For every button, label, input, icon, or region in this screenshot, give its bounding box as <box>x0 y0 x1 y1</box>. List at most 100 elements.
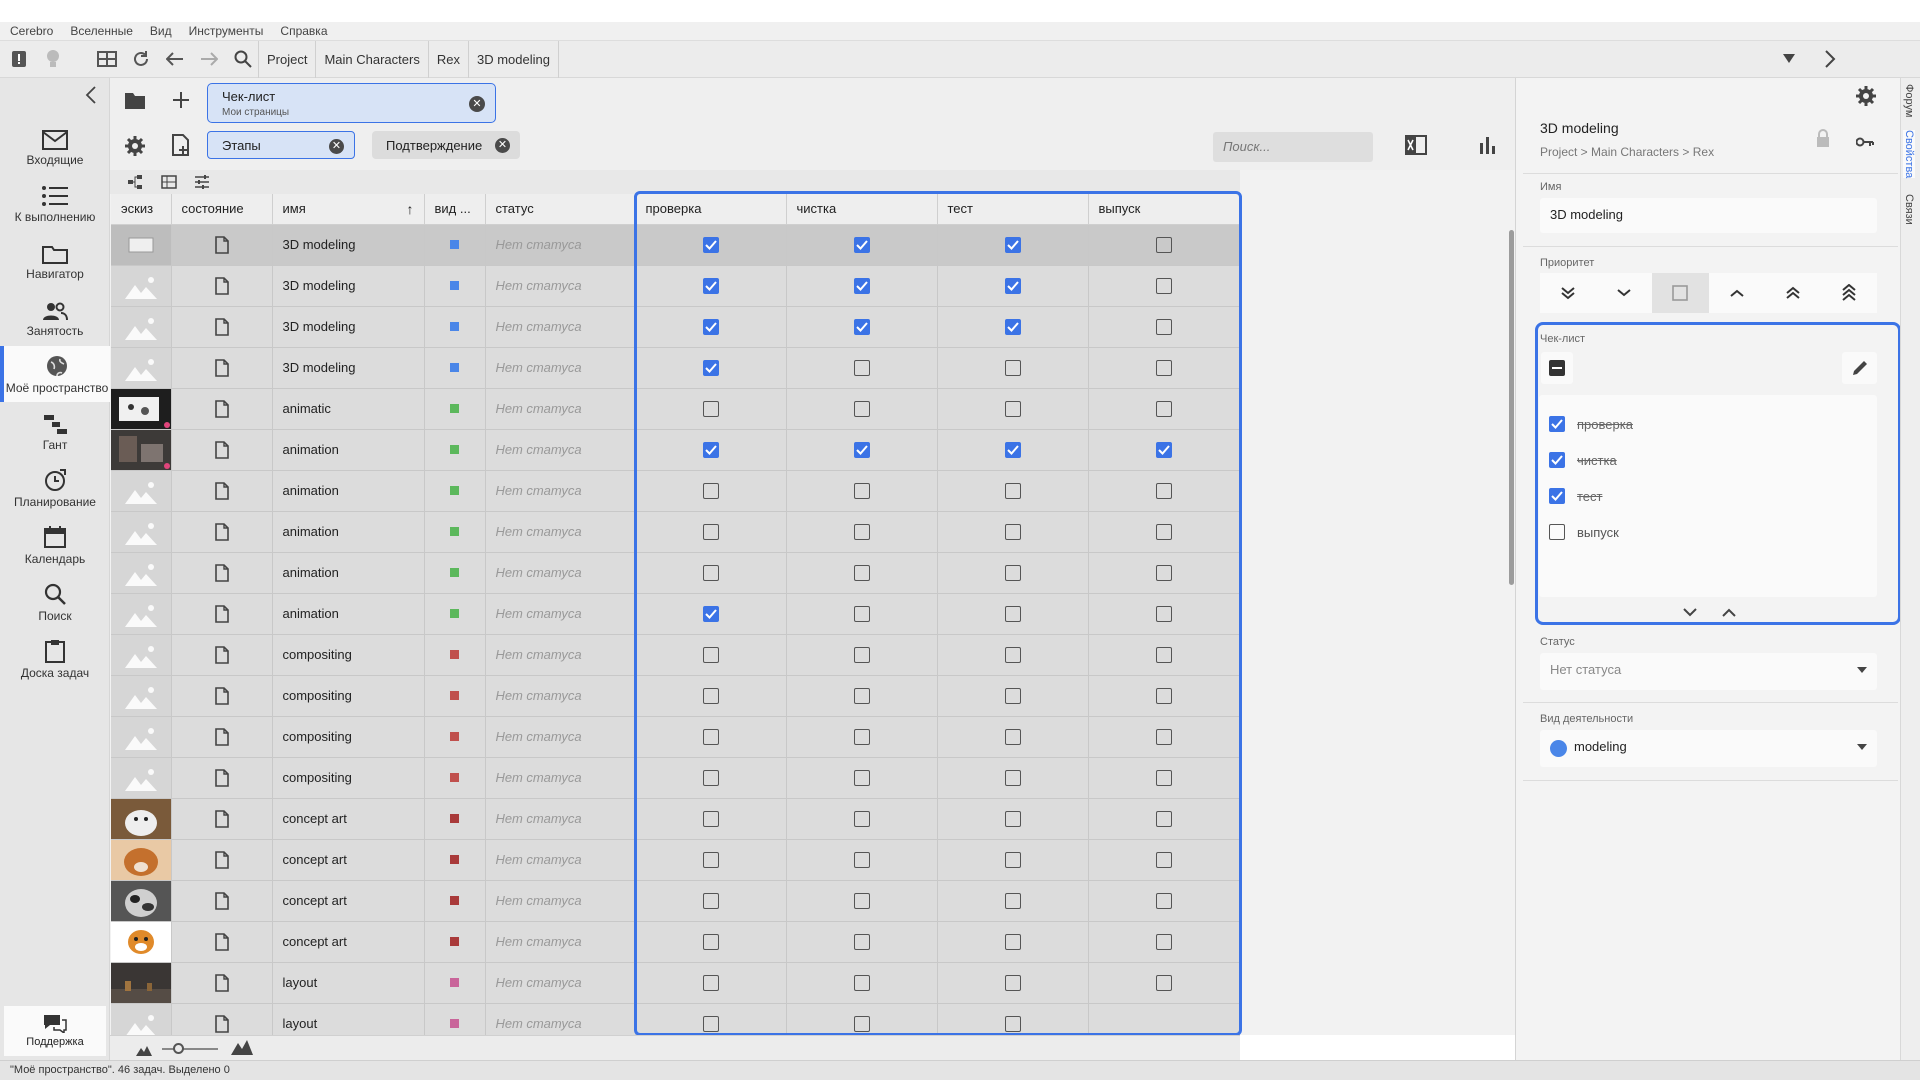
checkbox-unchecked[interactable] <box>1155 810 1172 827</box>
checklist-item[interactable]: выпуск <box>1549 522 1619 542</box>
activity-cell[interactable] <box>424 306 486 348</box>
checkbox-unchecked[interactable] <box>1155 728 1172 745</box>
table-row[interactable]: animation Нет статуса <box>111 593 1240 635</box>
checkbox-unchecked[interactable] <box>702 564 719 581</box>
alert-icon[interactable] <box>4 44 34 74</box>
priority-high-icon[interactable] <box>1709 273 1765 313</box>
thumbnail-cell[interactable] <box>111 798 172 840</box>
checkbox-unchecked[interactable] <box>1155 400 1172 417</box>
checkbox-unchecked[interactable] <box>1004 564 1021 581</box>
checkbox-unchecked[interactable] <box>853 892 870 909</box>
name-cell[interactable]: concept art <box>272 839 425 881</box>
state-cell[interactable] <box>171 921 273 963</box>
dropdown-triangle-icon[interactable] <box>1782 51 1796 69</box>
name-cell[interactable]: animation <box>272 429 425 471</box>
checklist-cell[interactable] <box>937 388 1089 430</box>
checklist-cell[interactable] <box>786 880 938 922</box>
close-tab-icon[interactable]: ✕ <box>469 96 485 112</box>
table-row[interactable]: concept art Нет статуса <box>111 921 1240 963</box>
checkbox-unchecked[interactable] <box>853 605 870 622</box>
checkbox-unchecked[interactable] <box>1155 892 1172 909</box>
lock-icon[interactable] <box>1815 128 1831 153</box>
checklist-cell[interactable] <box>786 306 938 348</box>
checkbox-unchecked[interactable] <box>1155 851 1172 868</box>
checklist-cell[interactable] <box>635 798 787 840</box>
name-cell[interactable]: concept art <box>272 798 425 840</box>
checkbox-checked[interactable] <box>702 277 719 294</box>
name-cell[interactable]: 3D modeling <box>272 347 425 389</box>
status-cell[interactable]: Нет статуса <box>485 716 636 758</box>
forward-arrow-icon[interactable] <box>194 44 224 74</box>
col-header-test[interactable]: тест <box>937 194 1089 225</box>
thumbnail-cell[interactable] <box>111 962 172 1004</box>
name-cell[interactable]: animation <box>272 593 425 635</box>
checklist-cell[interactable] <box>937 347 1089 389</box>
checklist-cell[interactable] <box>1088 470 1240 512</box>
name-cell[interactable]: animatic <box>272 388 425 430</box>
checkbox-unchecked[interactable] <box>1004 400 1021 417</box>
checklist-cell[interactable] <box>1088 962 1240 1004</box>
checklist-cell[interactable] <box>1088 593 1240 635</box>
checklist-cell[interactable] <box>786 429 938 471</box>
checklist-cell[interactable] <box>786 470 938 512</box>
status-cell[interactable]: Нет статуса <box>485 470 636 512</box>
state-cell[interactable] <box>171 880 273 922</box>
checklist-cell[interactable] <box>635 921 787 963</box>
checklist-cell[interactable] <box>1088 921 1240 963</box>
checklist-cell[interactable] <box>786 757 938 799</box>
zoom-slider-thumb[interactable] <box>173 1043 184 1054</box>
status-cell[interactable]: Нет статуса <box>485 224 636 266</box>
state-cell[interactable] <box>171 798 273 840</box>
checkbox-unchecked[interactable] <box>1155 236 1172 253</box>
name-cell[interactable]: 3D modeling <box>272 265 425 307</box>
checklist-cell[interactable] <box>635 962 787 1004</box>
checklist-cell[interactable] <box>937 839 1089 881</box>
activity-cell[interactable] <box>424 470 486 512</box>
col-header-clean[interactable]: чистка <box>786 194 938 225</box>
checklist-cell[interactable] <box>937 675 1089 717</box>
checklist-cell[interactable] <box>1088 634 1240 676</box>
checkbox-checked[interactable] <box>853 318 870 335</box>
gear-icon[interactable] <box>125 136 145 161</box>
checklist-cell[interactable] <box>635 716 787 758</box>
key-icon[interactable] <box>1855 134 1874 152</box>
checkbox-checked[interactable] <box>702 236 719 253</box>
menu-cerebro[interactable]: Cerebro <box>0 24 60 38</box>
activity-cell[interactable] <box>424 347 486 389</box>
small-mountains-icon[interactable] <box>136 1043 152 1061</box>
table-row[interactable]: 3D modeling Нет статуса <box>111 265 1240 307</box>
checklist-cell[interactable] <box>937 511 1089 553</box>
activity-select[interactable]: modeling <box>1540 730 1877 767</box>
status-cell[interactable]: Нет статуса <box>485 347 636 389</box>
nav-item-calendar[interactable]: Календарь <box>0 517 110 573</box>
chevron-down-icon[interactable] <box>1683 604 1697 622</box>
hierarchy-icon[interactable] <box>127 174 143 195</box>
nav-item-task-board[interactable]: Доска задач <box>0 631 110 687</box>
state-cell[interactable] <box>171 388 273 430</box>
checklist-cell[interactable] <box>635 470 787 512</box>
status-cell[interactable]: Нет статуса <box>485 757 636 799</box>
status-cell[interactable]: Нет статуса <box>485 798 636 840</box>
breadcrumb-project[interactable]: Project <box>258 40 315 78</box>
checkbox-unchecked[interactable] <box>853 646 870 663</box>
chevron-right-icon[interactable] <box>1824 50 1836 73</box>
filter-chip-stages[interactable]: Этапы ✕ <box>207 131 355 159</box>
status-cell[interactable]: Нет статуса <box>485 675 636 717</box>
checklist-cell[interactable] <box>786 675 938 717</box>
checkbox-unchecked[interactable] <box>702 769 719 786</box>
checklist-cell[interactable] <box>786 347 938 389</box>
status-cell[interactable]: Нет статуса <box>485 921 636 963</box>
checkbox-unchecked[interactable] <box>702 482 719 499</box>
nav-item-search[interactable]: Поиск <box>0 574 110 630</box>
name-cell[interactable]: layout <box>272 962 425 1004</box>
checklist-cell[interactable] <box>937 921 1089 963</box>
checklist-cell[interactable] <box>786 962 938 1004</box>
thumbnail-cell[interactable] <box>111 593 172 635</box>
checklist-cell[interactable] <box>635 306 787 348</box>
name-cell[interactable]: compositing <box>272 716 425 758</box>
side-tab-forum[interactable]: Форум <box>1903 84 1915 117</box>
layout-icon[interactable] <box>92 44 122 74</box>
checklist-cell[interactable] <box>1088 552 1240 594</box>
checkbox-checked[interactable] <box>1549 416 1565 432</box>
menu-universes[interactable]: Вселенные <box>60 24 140 38</box>
